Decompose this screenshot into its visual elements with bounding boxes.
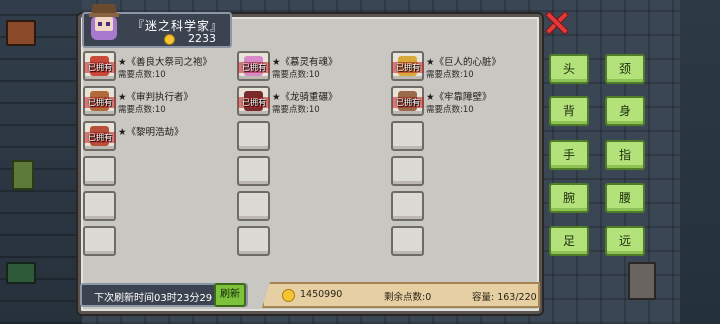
empty-item-slot[interactable]	[237, 226, 270, 256]
category-finger-button[interactable]: 指	[605, 140, 645, 170]
item-cell[interactable]: 已拥有 ★《牢靠障壁》 需要点数:10	[388, 85, 540, 120]
item-name: ★《善良大祭司之袍》	[118, 57, 213, 68]
right-wall-background	[680, 0, 720, 324]
item-cell[interactable]	[80, 155, 234, 190]
item-icon-slot[interactable]: 已拥有	[83, 121, 116, 151]
character-avatar	[86, 4, 122, 44]
points-status-bar: 1450990 剩余点数:0 容量: 163/220	[262, 282, 540, 308]
item-cost: 需要点数:10	[426, 70, 474, 80]
item-cell[interactable]	[388, 155, 540, 190]
owned-badge: 已拥有	[392, 62, 424, 73]
refresh-button[interactable]: 刷新	[214, 283, 246, 307]
empty-item-slot[interactable]	[83, 191, 116, 221]
empty-item-slot[interactable]	[83, 156, 116, 186]
points-total: 1450990	[300, 289, 343, 300]
character-coin-count: 2233	[188, 32, 216, 45]
item-cost: 需要点数:10	[118, 70, 166, 80]
category-back-button[interactable]: 背	[549, 96, 589, 126]
item-name: ★《牢靠障壁》	[426, 92, 492, 103]
close-button[interactable]	[544, 10, 570, 36]
owned-badge: 已拥有	[238, 97, 270, 108]
item-icon-slot[interactable]: 已拥有	[237, 86, 270, 116]
item-cell[interactable]: 已拥有 ★《巨人的心脏》 需要点数:10	[388, 50, 540, 85]
item-cell[interactable]	[80, 190, 234, 225]
category-head-button[interactable]: 头	[549, 54, 589, 84]
category-body-button[interactable]: 身	[605, 96, 645, 126]
item-icon-slot[interactable]: 已拥有	[83, 51, 116, 81]
background-plant-decor	[12, 160, 34, 190]
refresh-timer-text: 下次刷新时间03时23分29	[94, 293, 213, 304]
background-machine-decor	[6, 20, 36, 46]
category-wrist-button[interactable]: 腕	[549, 183, 589, 213]
item-list-scroll[interactable]: 已拥有 ★《善良大祭司之袍》 需要点数:10 已拥有 ★《慕灵有魂》 需要点数:10 已拥有…	[80, 50, 540, 278]
empty-item-slot[interactable]	[237, 156, 270, 186]
empty-item-slot[interactable]	[237, 191, 270, 221]
category-hand-button[interactable]: 手	[549, 140, 589, 170]
capacity-label: 容量: 163/220	[472, 292, 537, 303]
item-icon-slot[interactable]: 已拥有	[83, 86, 116, 116]
empty-item-slot[interactable]	[83, 226, 116, 256]
item-name: ★《慕灵有魂》	[272, 57, 338, 68]
category-foot-button[interactable]: 足	[549, 226, 589, 256]
item-icon-slot[interactable]: 已拥有	[237, 51, 270, 81]
coin-icon	[164, 34, 175, 45]
item-cell[interactable]: 已拥有 ★《善良大祭司之袍》 需要点数:10	[80, 50, 234, 85]
item-cell[interactable]: 已拥有 ★《审判执行者》 需要点数:10	[80, 85, 234, 120]
item-cell[interactable]	[80, 225, 234, 260]
coin-icon	[282, 289, 295, 302]
owned-badge: 已拥有	[392, 97, 424, 108]
item-icon-slot[interactable]: 已拥有	[391, 86, 424, 116]
item-name: ★《巨人的心脏》	[426, 57, 502, 68]
item-name: ★《审判执行者》	[118, 92, 194, 103]
item-cell[interactable]: 已拥有 ★《慕灵有魂》 需要点数:10	[234, 50, 388, 85]
item-name: ★《黎明浩劫》	[118, 127, 184, 138]
points-remaining: 剩余点数:0	[384, 292, 432, 303]
empty-item-slot[interactable]	[391, 121, 424, 151]
item-cost: 需要点数:10	[272, 105, 320, 115]
empty-item-slot[interactable]	[391, 226, 424, 256]
owned-badge: 已拥有	[84, 62, 116, 73]
item-cell[interactable]	[234, 190, 388, 225]
item-cell[interactable]	[388, 190, 540, 225]
item-grid: 已拥有 ★《善良大祭司之袍》 需要点数:10 已拥有 ★《慕灵有魂》 需要点数:10 已拥有…	[80, 50, 540, 260]
item-cell[interactable]	[234, 225, 388, 260]
item-cost: 需要点数:10	[426, 105, 474, 115]
item-cell[interactable]: 已拥有 ★《龙骑重碾》 需要点数:10	[234, 85, 388, 120]
category-ranged-button[interactable]: 远	[605, 226, 645, 256]
item-name: ★《龙骑重碾》	[272, 92, 338, 103]
item-cost: 需要点数:10	[118, 105, 166, 115]
background-console-decor	[6, 262, 36, 284]
background-cabinet-decor	[628, 262, 656, 300]
owned-badge: 已拥有	[84, 132, 116, 143]
category-neck-button[interactable]: 颈	[605, 54, 645, 84]
empty-item-slot[interactable]	[237, 121, 270, 151]
empty-item-slot[interactable]	[391, 156, 424, 186]
item-icon-slot[interactable]: 已拥有	[391, 51, 424, 81]
empty-item-slot[interactable]	[391, 191, 424, 221]
item-cell[interactable]	[234, 155, 388, 190]
item-cell[interactable]	[388, 225, 540, 260]
item-cell[interactable]: 已拥有 ★《黎明浩劫》	[80, 120, 234, 155]
item-cost: 需要点数:10	[272, 70, 320, 80]
item-cell[interactable]	[234, 120, 388, 155]
owned-badge: 已拥有	[84, 97, 116, 108]
category-waist-button[interactable]: 腰	[605, 183, 645, 213]
owned-badge: 已拥有	[238, 62, 270, 73]
item-cell[interactable]	[388, 120, 540, 155]
